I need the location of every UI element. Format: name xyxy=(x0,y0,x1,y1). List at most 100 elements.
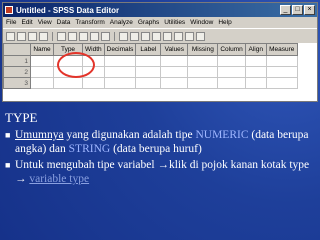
bullet-square-icon: ■ xyxy=(5,160,11,170)
cell[interactable] xyxy=(160,77,189,89)
bullet-2-part: klik di pojok kanan kotak type xyxy=(168,159,310,171)
cell[interactable] xyxy=(53,77,83,89)
bullet-square-icon: ■ xyxy=(5,130,11,140)
menu-analyze[interactable]: Analyze xyxy=(110,19,133,26)
cell[interactable] xyxy=(135,55,162,67)
save-icon[interactable] xyxy=(17,31,26,41)
arrow-right-icon: → xyxy=(157,159,169,171)
cell[interactable] xyxy=(187,77,219,89)
header-measure[interactable]: Measure xyxy=(265,43,298,56)
slide-heading: TYPE xyxy=(5,110,38,125)
variable-view-grid: Name Type Width Decimals Label Values Mi… xyxy=(3,43,317,101)
cell[interactable] xyxy=(103,55,137,67)
menu-file[interactable]: File xyxy=(6,19,16,26)
bullet-1-part: (data berupa huruf) xyxy=(110,143,202,155)
menu-graphs[interactable]: Graphs xyxy=(138,19,159,26)
header-column[interactable]: Column xyxy=(217,43,246,56)
undo-icon[interactable] xyxy=(57,31,66,41)
cell[interactable] xyxy=(82,77,105,89)
spss-data-editor-window: Untitled - SPSS Data Editor _ □ × File E… xyxy=(2,2,318,102)
cell[interactable] xyxy=(160,55,189,67)
cell[interactable] xyxy=(103,77,137,89)
cell[interactable] xyxy=(30,55,54,67)
cell[interactable] xyxy=(265,55,298,67)
corner-cell xyxy=(3,43,31,56)
use-sets-icon[interactable] xyxy=(196,31,205,41)
menu-bar: File Edit View Data Transform Analyze Gr… xyxy=(3,17,317,28)
menu-transform[interactable]: Transform xyxy=(75,19,104,26)
row-number[interactable]: 3 xyxy=(3,77,31,89)
spss-app-icon xyxy=(5,6,13,14)
insert-case-icon[interactable] xyxy=(130,31,139,41)
slide-content: TYPE ■ Umumnya yang digunakan adalah tip… xyxy=(5,110,314,188)
cell[interactable] xyxy=(30,77,54,89)
bullet-2-part: Untuk mengubah tipe variabel xyxy=(15,159,158,171)
header-missing[interactable]: Missing xyxy=(187,43,219,56)
cell[interactable] xyxy=(244,55,267,67)
header-values[interactable]: Values xyxy=(160,43,189,56)
dialog-recall-icon[interactable] xyxy=(39,31,48,41)
title-bar: Untitled - SPSS Data Editor _ □ × xyxy=(3,3,317,17)
find-icon[interactable] xyxy=(119,31,128,41)
cell[interactable] xyxy=(135,66,162,78)
minimize-button[interactable]: _ xyxy=(280,5,291,15)
select-cases-icon[interactable] xyxy=(174,31,183,41)
header-name[interactable]: Name xyxy=(30,43,54,56)
menu-window[interactable]: Window xyxy=(190,19,213,26)
print-icon[interactable] xyxy=(28,31,37,41)
cell[interactable] xyxy=(265,77,298,89)
arrow-right-icon: → xyxy=(15,173,27,185)
bullet-2-text: Untuk mengubah tipe variabel →klik di po… xyxy=(15,158,314,186)
bullet-1-text: Umumnya yang digunakan adalah tipe NUMER… xyxy=(15,128,314,156)
keyword-string: STRING xyxy=(68,143,111,155)
type-column-highlight-circle xyxy=(57,52,95,78)
cell[interactable] xyxy=(135,77,162,89)
cell[interactable] xyxy=(217,55,246,67)
value-labels-icon[interactable] xyxy=(185,31,194,41)
redo-icon[interactable] xyxy=(68,31,77,41)
insert-variable-icon[interactable] xyxy=(141,31,150,41)
cell[interactable] xyxy=(217,66,246,78)
cell[interactable] xyxy=(103,66,137,78)
table-row: 3 xyxy=(3,77,298,89)
header-align[interactable]: Align xyxy=(244,43,267,56)
cell[interactable] xyxy=(217,77,246,89)
bullet-1: ■ Umumnya yang digunakan adalah tipe NUM… xyxy=(5,128,314,156)
row-number[interactable]: 2 xyxy=(3,66,31,78)
keyword-umumnya: Umumnya xyxy=(15,129,64,141)
close-button[interactable]: × xyxy=(304,5,315,15)
split-file-icon[interactable] xyxy=(152,31,161,41)
open-icon[interactable] xyxy=(6,31,15,41)
cell[interactable] xyxy=(187,66,219,78)
cell[interactable] xyxy=(244,77,267,89)
cell[interactable] xyxy=(30,66,54,78)
variables-icon[interactable] xyxy=(101,31,110,41)
cell[interactable] xyxy=(265,66,298,78)
menu-data[interactable]: Data xyxy=(57,19,71,26)
goto-case-icon[interactable] xyxy=(90,31,99,41)
window-title: Untitled - SPSS Data Editor xyxy=(16,5,120,15)
toolbar-separator xyxy=(52,31,53,41)
bullet-1-part: yang digunakan adalah tipe xyxy=(63,129,196,141)
table-row: 2 xyxy=(3,66,298,78)
header-decimals[interactable]: Decimals xyxy=(103,43,137,56)
grid-header-row: Name Type Width Decimals Label Values Mi… xyxy=(3,43,298,56)
keyword-variable-type: variable type xyxy=(29,173,90,185)
weight-cases-icon[interactable] xyxy=(163,31,172,41)
menu-help[interactable]: Help xyxy=(218,19,231,26)
menu-edit[interactable]: Edit xyxy=(21,19,32,26)
toolbar xyxy=(3,28,317,44)
menu-utilities[interactable]: Utilities xyxy=(164,19,185,26)
cell[interactable] xyxy=(187,55,219,67)
menu-view[interactable]: View xyxy=(38,19,52,26)
toolbar-separator xyxy=(114,31,115,41)
cell[interactable] xyxy=(160,66,189,78)
maximize-button[interactable]: □ xyxy=(292,5,303,15)
row-number[interactable]: 1 xyxy=(3,55,31,67)
keyword-numeric: NUMERIC xyxy=(195,129,249,141)
goto-chart-icon[interactable] xyxy=(79,31,88,41)
table-row: 1 xyxy=(3,55,298,67)
cell[interactable] xyxy=(244,66,267,78)
header-label[interactable]: Label xyxy=(135,43,162,56)
bullet-2: ■ Untuk mengubah tipe variabel →klik di … xyxy=(5,158,314,186)
